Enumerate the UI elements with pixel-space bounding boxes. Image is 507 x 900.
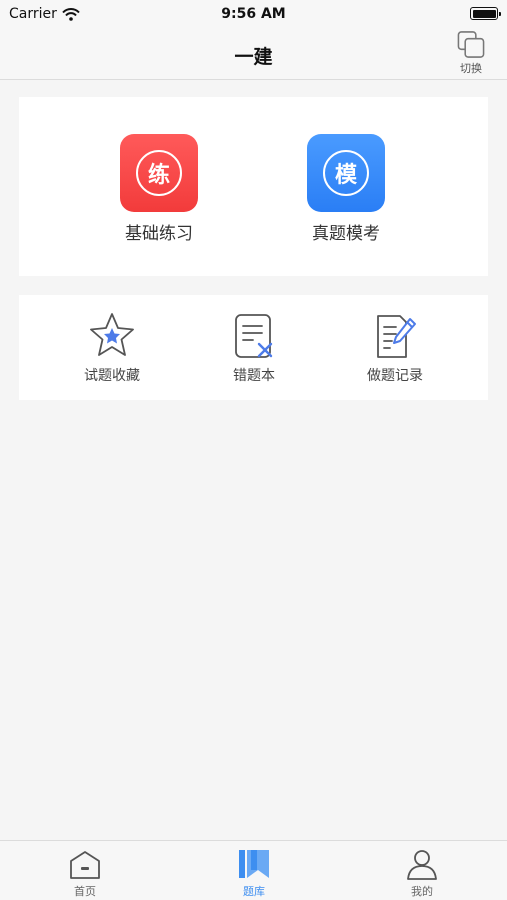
tab-profile-label: 我的 (411, 885, 433, 898)
practice-record-button[interactable]: 做题记录 (345, 311, 445, 385)
navigation-bar: 一建 切换 (0, 28, 507, 80)
mock-glyph-icon: 模 (323, 150, 369, 196)
record-edit-icon (377, 315, 416, 358)
mock-tile: 模 (307, 134, 385, 212)
star-icon (90, 313, 134, 356)
tab-bar: 首页 题库 我的 (0, 840, 507, 900)
switch-icon (457, 31, 485, 58)
status-time: 9:56 AM (221, 6, 286, 22)
switch-label: 切换 (460, 62, 482, 75)
tab-home-label: 首页 (74, 885, 96, 898)
tools-card: 试题收藏 错题本 做题记录 (19, 295, 488, 400)
favorites-button[interactable]: 试题收藏 (62, 311, 162, 385)
tab-question-bank-label: 题库 (243, 885, 265, 898)
practice-modes-card: 练 基础练习 模 真题模考 (19, 97, 488, 276)
wrong-book-button[interactable]: 错题本 (204, 311, 304, 385)
question-bank-icon (239, 850, 269, 878)
practice-tile: 练 (120, 134, 198, 212)
status-bar: Carrier 9:56 AM (0, 0, 507, 28)
mock-exam-button[interactable]: 模 真题模考 (286, 134, 406, 244)
switch-button[interactable]: 切换 (449, 30, 493, 76)
practice-glyph-icon: 练 (136, 150, 182, 196)
battery-icon (470, 7, 501, 20)
practice-record-label: 做题记录 (367, 368, 423, 384)
wrong-book-label: 错题本 (233, 368, 275, 384)
favorites-label: 试题收藏 (84, 368, 140, 384)
profile-icon (407, 850, 437, 880)
basic-practice-button[interactable]: 练 基础练习 (99, 134, 219, 244)
tab-profile[interactable]: 我的 (382, 847, 462, 899)
mock-exam-label: 真题模考 (312, 224, 380, 244)
tab-home[interactable]: 首页 (45, 847, 125, 899)
tab-question-bank[interactable]: 题库 (214, 847, 294, 899)
home-icon (70, 851, 100, 879)
basic-practice-label: 基础练习 (125, 224, 193, 244)
page-title: 一建 (234, 46, 273, 68)
wrong-book-icon (235, 314, 273, 358)
